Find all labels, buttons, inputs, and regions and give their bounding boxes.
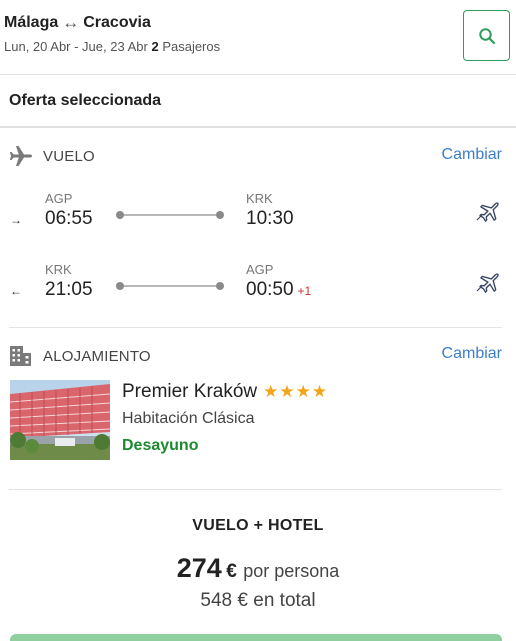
route-dot bbox=[216, 211, 224, 219]
swap-arrows-icon: ↔ bbox=[62, 13, 80, 32]
departure-airport: KRK bbox=[45, 262, 72, 277]
destination-city: Cracovia bbox=[83, 14, 151, 31]
divider bbox=[0, 126, 516, 128]
route: Málaga ↔ Cracovia bbox=[4, 13, 151, 33]
search-icon bbox=[478, 27, 495, 44]
origin-city: Málaga bbox=[4, 14, 59, 31]
date-range: Lun, 20 Abr - Jue, 23 Abr bbox=[4, 39, 148, 54]
flight-route-line bbox=[116, 211, 224, 219]
hotel-section-label: ALOJAMIENTO bbox=[43, 347, 151, 365]
arrival-time: 10:30 bbox=[246, 208, 294, 230]
departure: AGP 06:55 bbox=[45, 191, 93, 230]
price-currency: € bbox=[226, 561, 237, 582]
arrival-time-value: 10:30 bbox=[246, 208, 294, 229]
price-amount: 274 bbox=[176, 553, 222, 583]
flight-section-header: VUELO bbox=[9, 146, 95, 166]
hotel-name[interactable]: Premier Kraków bbox=[122, 381, 257, 403]
route-dot bbox=[116, 282, 124, 290]
flight-section-label: VUELO bbox=[43, 147, 95, 165]
board-type: Desayuno bbox=[122, 437, 199, 454]
per-person-label: por persona bbox=[243, 561, 340, 581]
flight-details-icon[interactable] bbox=[474, 201, 500, 223]
departure: KRK 21:05 bbox=[45, 262, 93, 301]
hotel-photo-image bbox=[10, 380, 110, 460]
airplane-icon bbox=[9, 146, 33, 166]
search-button[interactable] bbox=[463, 10, 510, 61]
building-icon bbox=[10, 346, 31, 366]
trip-dates: Lun, 20 Abr - Jue, 23 Abr 2 Pasajeros bbox=[4, 39, 220, 54]
arrival: KRK 10:30 bbox=[246, 191, 294, 230]
flight-route-line bbox=[116, 282, 224, 290]
total-price: 548 € en total bbox=[200, 590, 316, 611]
search-summary-header: Málaga ↔ Cracovia Lun, 20 Abr - Jue, 23 … bbox=[0, 0, 516, 75]
passenger-count: 2 bbox=[151, 39, 159, 54]
divider bbox=[9, 489, 502, 490]
outbound-arrow-icon: → bbox=[10, 213, 22, 227]
change-hotel-link[interactable]: Cambiar bbox=[442, 345, 502, 363]
arrival-airport: KRK bbox=[246, 191, 273, 206]
continue-button[interactable] bbox=[10, 634, 502, 641]
room-type: Habitación Clásica bbox=[122, 410, 255, 427]
hotel-photo[interactable] bbox=[10, 380, 110, 460]
star-rating-icon: ★★★★ bbox=[263, 382, 329, 401]
route-dot bbox=[116, 211, 124, 219]
arrival-time: 00:50 +1 bbox=[246, 279, 311, 301]
arrival-airport: AGP bbox=[246, 262, 274, 277]
price-per-person: 274 € por persona bbox=[0, 553, 516, 584]
hotel-name-row: Premier Kraków ★★★★ bbox=[122, 381, 328, 403]
day-offset-badge: +1 bbox=[297, 284, 312, 298]
inbound-flight: ← KRK 21:05 AGP 00:50 +1 bbox=[0, 262, 516, 322]
outbound-flight: → AGP 06:55 KRK 10:30 bbox=[0, 191, 516, 251]
passenger-label: Pasajeros bbox=[162, 39, 221, 54]
package-title: VUELO + HOTEL bbox=[192, 517, 324, 534]
arrival-time-value: 00:50 bbox=[246, 279, 294, 300]
inbound-arrow-icon: ← bbox=[10, 284, 22, 298]
route-dot bbox=[216, 282, 224, 290]
hotel-section-header: ALOJAMIENTO bbox=[9, 345, 151, 367]
page-title: Oferta seleccionada bbox=[9, 92, 162, 109]
departure-time: 21:05 bbox=[45, 279, 93, 300]
arrival: AGP 00:50 +1 bbox=[246, 262, 311, 301]
departure-airport: AGP bbox=[45, 191, 73, 206]
divider bbox=[9, 327, 502, 328]
departure-time: 06:55 bbox=[45, 208, 93, 229]
flight-details-icon[interactable] bbox=[474, 272, 500, 294]
change-flight-link[interactable]: Cambiar bbox=[442, 146, 502, 164]
